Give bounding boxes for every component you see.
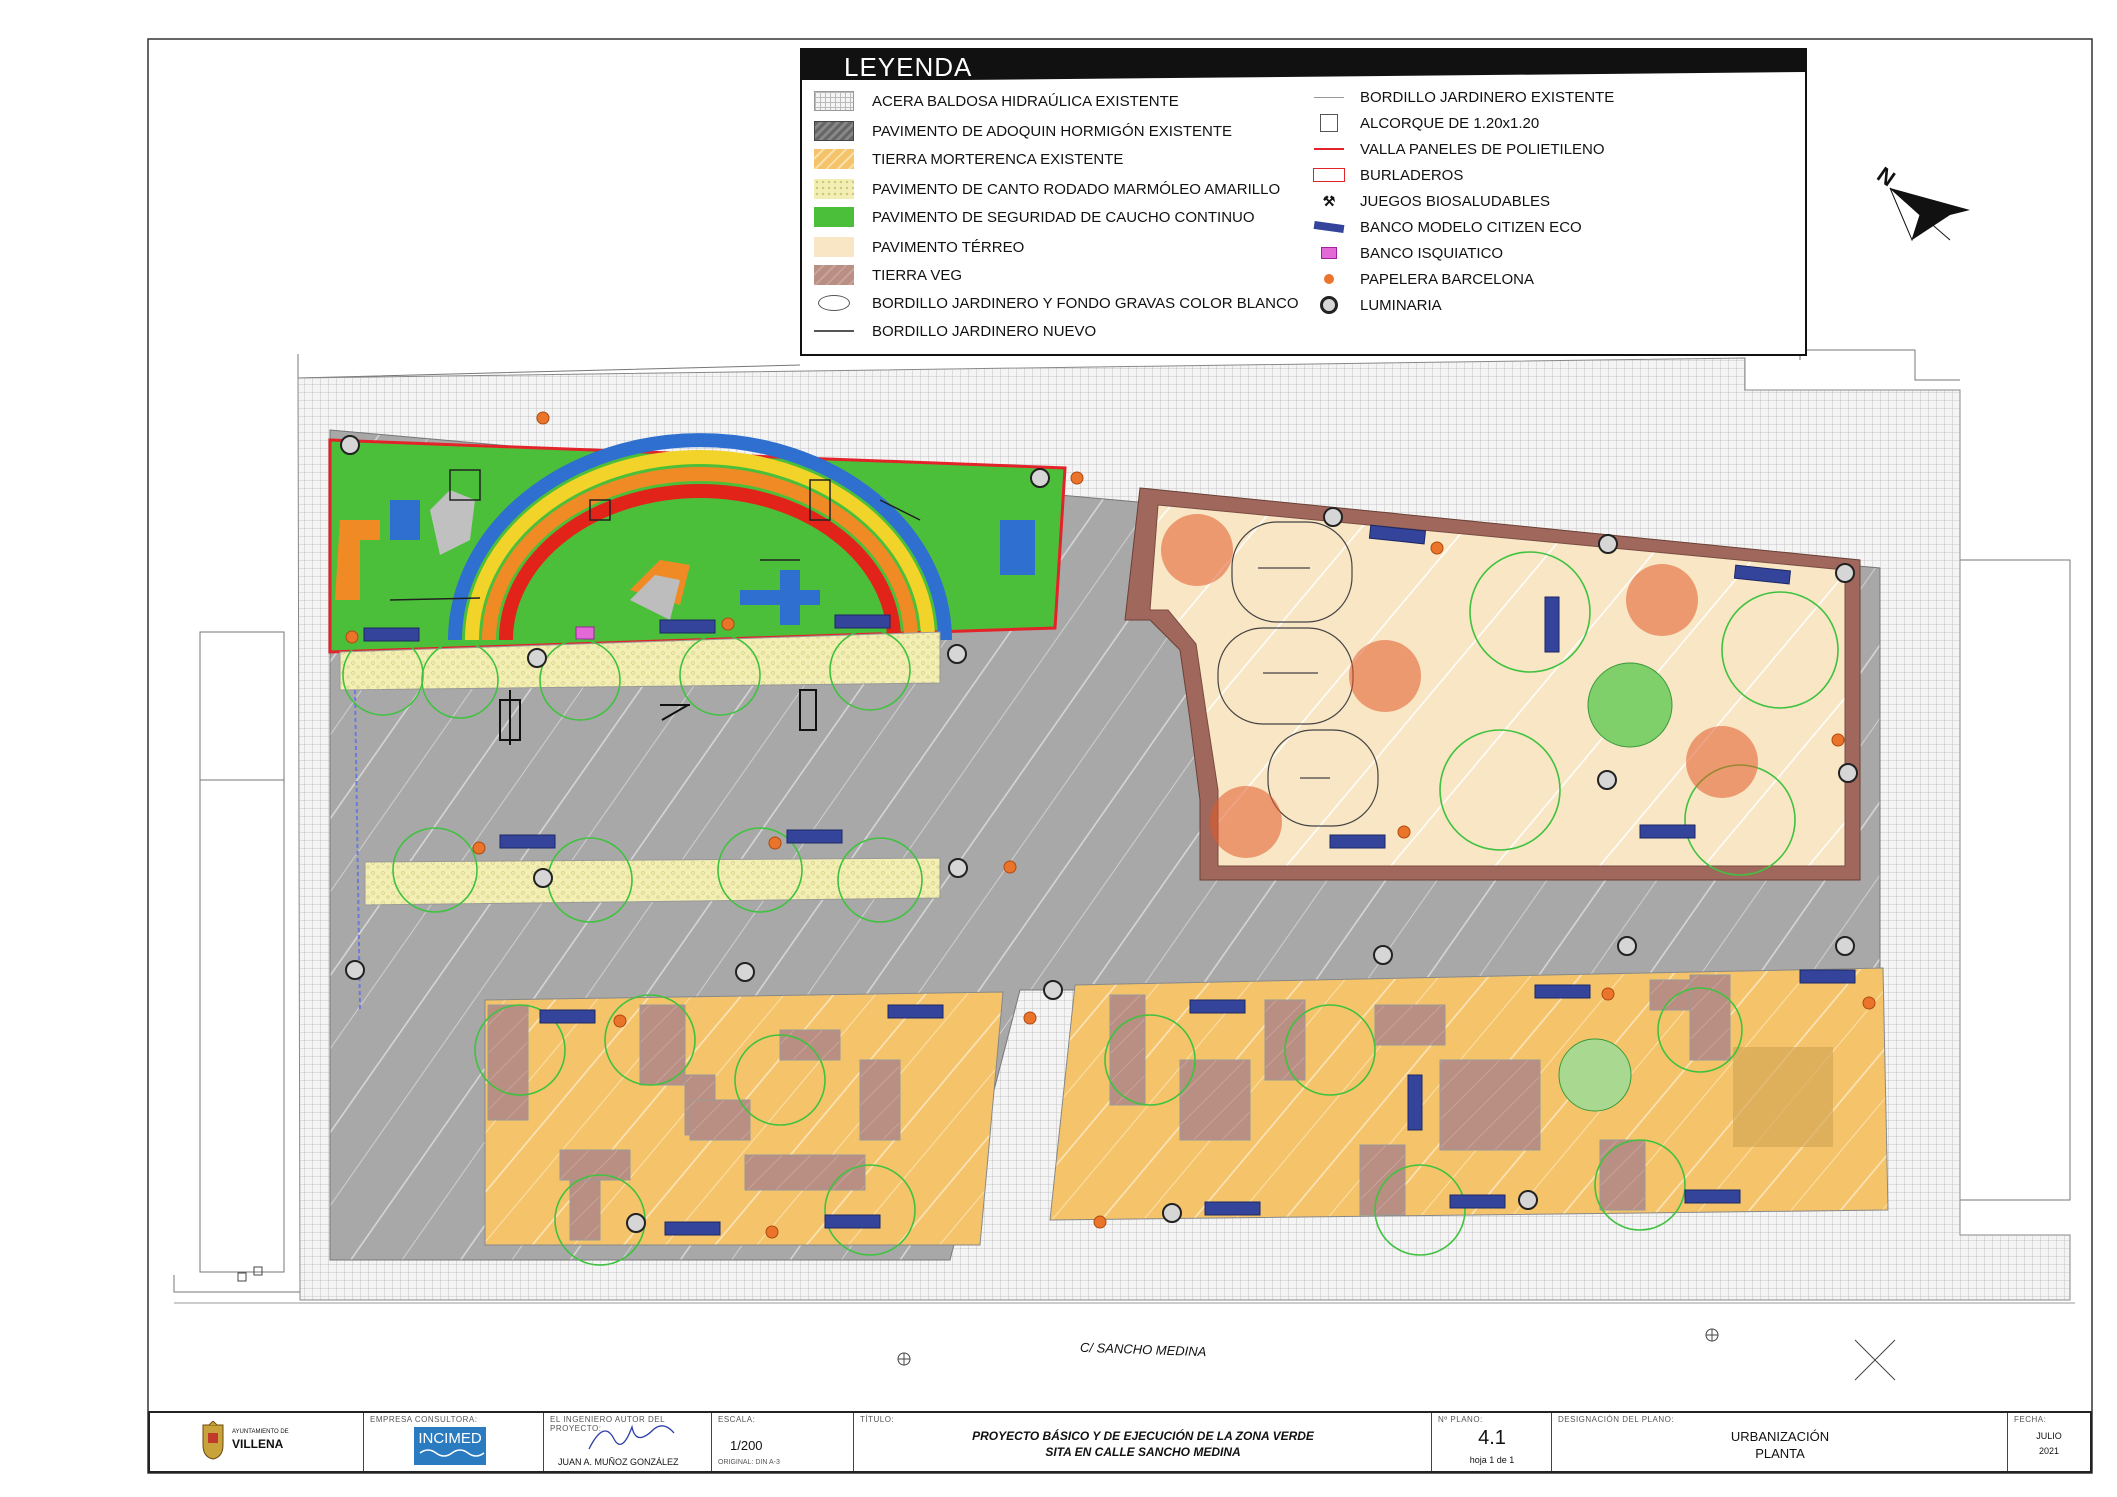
tb-designation-cell: DESIGNACIÓN DEL PLANO: URBANIZACIÓN PLAN…: [1552, 1413, 2008, 1471]
blue-bench-icon: [1312, 218, 1346, 236]
yellow-gravel-swatch-icon: [814, 179, 854, 199]
date-month: JULIO: [2036, 1431, 2062, 1441]
legend-label: JUEGOS BIOSALUDABLES: [1360, 192, 1551, 210]
new-curb-line-icon: [814, 330, 854, 332]
legend-item-bench-isquiatico: BANCO ISQUIATICO: [1312, 240, 1503, 266]
legend-item-brown-soil: TIERRA VEG: [814, 262, 962, 288]
concrete-swatch-icon: [814, 121, 854, 141]
tb-plan-no-cell: Nº PLANO: 4.1 hoja 1 de 1: [1432, 1413, 1552, 1471]
luminaire-icon: [1312, 296, 1346, 314]
lower-planter-round: [1558, 1038, 1632, 1112]
title-line-2: SITA EN CALLE SANCHO MEDINA: [1045, 1445, 1241, 1459]
logo-caption-top: AYUNTAMIENTO DE: [232, 1429, 289, 1435]
title-block: AYUNTAMIENTO DE VILLENA EMPRESA CONSULTO…: [148, 1411, 2092, 1473]
legend-item-white-gravel: BORDILLO JARDINERO Y FONDO GRAVAS COLOR …: [814, 290, 1298, 316]
tb-title-cell: TÍTULO: PROYECTO BÁSICO Y DE EJECUCIÓN D…: [854, 1413, 1432, 1471]
incimed-logo: INCIMED: [414, 1427, 486, 1465]
sheet-count: hoja 1 de 1: [1469, 1455, 1515, 1465]
legend-item-concrete: PAVIMENTO DE ADOQUIN HORMIGÓN EXISTENTE: [814, 118, 1232, 144]
red-fence-line-icon: [1312, 140, 1346, 158]
north-arrow-icon: [1889, 187, 1970, 242]
legend-item-yellow-gravel: PAVIMENTO DE CANTO RODADO MARMÓLEO AMARI…: [814, 176, 1280, 202]
villena-crest-icon: [202, 1421, 224, 1460]
original-format: ORIGINAL: DIN A-3: [718, 1459, 780, 1466]
legend-label: BURLADEROS: [1360, 166, 1464, 184]
legend-item-beige-earth: PAVIMENTO TÉRREO: [814, 234, 1024, 260]
legend-header: LEYENDA: [802, 50, 1805, 80]
logo-caption: VILLENA: [232, 1437, 284, 1451]
incimed-logo-text: INCIMED: [418, 1430, 482, 1447]
white-gravel-oval-icon: [818, 295, 850, 311]
wave-icon: [419, 1449, 485, 1457]
orange-dot-icon: [1312, 270, 1346, 288]
legend-item-fence: VALLA PANELES DE POLIETILENO: [1312, 136, 1605, 162]
fitness-equipment-icon: ⚒: [1322, 192, 1336, 209]
tile-swatch-icon: [814, 91, 854, 111]
legend-panel: LEYENDA ACERA BALDOSA HIDRAÚLICA EXISTEN…: [800, 48, 1807, 356]
legend-label: PAPELERA BARCELONA: [1360, 270, 1534, 288]
plan-number: 4.1: [1478, 1427, 1506, 1449]
tb-scale-cell: ESCALA: 1/200 ORIGINAL: DIN A-3: [712, 1413, 854, 1471]
legend-item-papelera: PAPELERA BARCELONA: [1312, 266, 1534, 292]
legend-item-existing-curb: BORDILLO JARDINERO EXISTENTE: [1312, 84, 1614, 110]
pink-bench-icon: [1312, 244, 1346, 262]
legend-item-fitness: ⚒ JUEGOS BIOSALUDABLES: [1312, 188, 1550, 214]
legend-label: BORDILLO JARDINERO Y FONDO GRAVAS COLOR …: [872, 294, 1299, 312]
title-line-1: PROYECTO BÁSICO Y DE EJECUCIÓN DE LA ZON…: [972, 1429, 1314, 1443]
orange-earth-swatch-icon: [814, 149, 854, 169]
red-outline-box-icon: [1312, 166, 1346, 184]
legend-label: TIERRA MORTERENCA EXISTENTE: [872, 150, 1124, 168]
tb-date-cell: FECHA: JULIO 2021: [2008, 1413, 2090, 1471]
existing-curb-line-icon: [1312, 88, 1346, 106]
legend-label: ACERA BALDOSA HIDRAÚLICA EXISTENTE: [872, 92, 1179, 110]
legend-item-tree-pit: ALCORQUE DE 1.20x1.20: [1312, 110, 1539, 136]
designation-line-1: URBANIZACIÓN: [1730, 1429, 1830, 1444]
legend-label: PAVIMENTO TÉRREO: [872, 238, 1025, 256]
legend-label: VALLA PANELES DE POLIETILENO: [1360, 140, 1605, 158]
signature-icon: [588, 1424, 675, 1450]
legend-item-burladeros: BURLADEROS: [1312, 162, 1463, 188]
legend-item-bench-citizen: BANCO MODELO CITIZEN ECO: [1312, 214, 1582, 240]
engineer-name: JUAN A. MUÑOZ GONZÁLEZ: [558, 1457, 679, 1467]
scale-value: 1/200: [730, 1438, 763, 1453]
tb-consultant-cell: EMPRESA CONSULTORA: INCIMED: [364, 1413, 544, 1471]
legend-label: PAVIMENTO DE CANTO RODADO MARMÓLEO AMARI…: [872, 180, 1281, 198]
legend-label: PAVIMENTO DE ADOQUIN HORMIGÓN EXISTENTE: [872, 122, 1233, 140]
legend-label: BORDILLO JARDINERO EXISTENTE: [1360, 88, 1615, 106]
lower-planter-square: [1733, 1047, 1833, 1147]
legend-item-green-rubber: PAVIMENTO DE SEGURIDAD DE CAUCHO CONTINU…: [814, 204, 1255, 230]
legend-label: TIERRA VEG: [872, 266, 963, 284]
date-year: 2021: [2038, 1446, 2060, 1456]
legend-label: BANCO MODELO CITIZEN ECO: [1360, 218, 1582, 236]
legend-item-new-curb: BORDILLO JARDINERO NUEVO: [814, 318, 1096, 344]
legend-label: BANCO ISQUIATICO: [1360, 244, 1504, 262]
designation-line-2: PLANTA: [1755, 1446, 1805, 1461]
legend-item-orange-earth: TIERRA MORTERENCA EXISTENTE: [814, 146, 1123, 172]
green-rubber-swatch-icon: [814, 207, 854, 227]
legend-label: PAVIMENTO DE SEGURIDAD DE CAUCHO CONTINU…: [872, 208, 1255, 226]
legend-item-tile: ACERA BALDOSA HIDRAÚLICA EXISTENTE: [814, 88, 1179, 114]
legend-title: LEYENDA: [844, 52, 973, 80]
legend-item-luminaria: LUMINARIA: [1312, 292, 1442, 318]
tree-pit-square-icon: [1312, 114, 1346, 132]
isquiatic-bench: [575, 626, 595, 640]
gravel-strip-2: [364, 857, 941, 906]
beige-earth-swatch-icon: [814, 237, 854, 257]
legend-label: BORDILLO JARDINERO NUEVO: [872, 322, 1097, 340]
legend-label: LUMINARIA: [1360, 296, 1442, 314]
brown-soil-swatch-icon: [814, 265, 854, 285]
legend-label: ALCORQUE DE 1.20x1.20: [1360, 114, 1540, 132]
tb-logo-cell: AYUNTAMIENTO DE VILLENA: [150, 1413, 364, 1471]
tb-engineer-cell: EL INGENIERO AUTOR DEL PROYECTO: JUAN A.…: [544, 1413, 712, 1471]
